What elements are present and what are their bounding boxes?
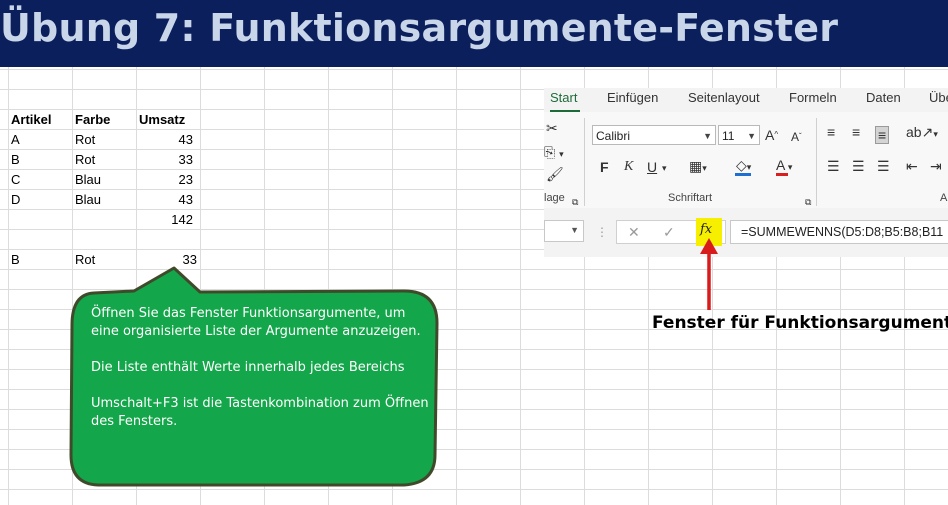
align-bottom-icon[interactable]: ≡ [875,126,890,144]
group-separator [816,118,817,206]
enter-icon[interactable]: ✓ [663,224,675,240]
chevron-down-icon: ▼ [747,131,756,141]
cell-farbe[interactable]: Blau [75,170,101,190]
cell-total[interactable]: 142 [137,210,193,230]
header-artikel[interactable]: Artikel [11,110,51,130]
cell-umsatz[interactable]: 23 [137,170,193,190]
increase-indent-icon[interactable]: ⇥ [930,158,942,174]
chevron-down-icon[interactable]: ▾ [662,160,667,176]
tab-einfuegen[interactable]: Einfügen [607,90,658,105]
fill-color-swatch [735,173,751,176]
cut-icon[interactable]: ✂ [546,120,558,136]
font-size-value: 11 [722,129,735,143]
font-color-label: A [776,157,786,173]
callout-paragraph: Umschalt+F3 ist die Tastenkombination zu… [91,396,429,429]
cell-artikel[interactable]: D [11,190,20,210]
borders-icon[interactable]: ▦▾ [689,158,707,176]
clipboard-group-label: lage [544,192,565,204]
cell-farbe[interactable]: Blau [75,190,101,210]
ribbon-tabs: Start Einfügen Seitenlayout Formeln Date… [544,88,948,113]
cell-query-artikel[interactable]: B [11,250,20,270]
cell-artikel[interactable]: B [11,150,20,170]
align-center-icon[interactable]: ☰ [852,158,865,174]
cell-umsatz[interactable]: 33 [137,150,193,170]
grow-font-icon[interactable]: A^ [765,127,778,143]
cell-farbe[interactable]: Rot [75,150,95,170]
title-bar: Übung 7: Funktionsargumente-Fenster [0,0,948,67]
chevron-down-icon: ▼ [570,225,579,235]
chevron-down-icon: ▼ [703,131,712,141]
font-size-select[interactable]: 11 ▼ [718,125,760,145]
tab-daten[interactable]: Daten [866,90,901,105]
font-name-value: Calibri [596,129,631,143]
callout-paragraph: Öffnen Sie das Fenster Funktionsargument… [91,306,421,339]
align-left-icon[interactable]: ☰ [827,158,840,174]
alignment-group-label: A [940,192,948,204]
cell-artikel[interactable]: C [11,170,20,190]
grow-font-label: A [765,127,775,143]
annotation-label: Fenster für Funktionsargumente [652,313,948,333]
name-box[interactable]: ▼ [544,220,584,242]
font-name-select[interactable]: Calibri ▼ [592,125,716,145]
format-painter-icon[interactable]: 🖌 [546,166,564,182]
annotation-arrow [700,238,718,310]
shrink-font-icon[interactable]: Aˇ [791,129,802,145]
font-color-swatch [776,173,788,176]
cell-artikel[interactable]: A [11,130,20,150]
clipboard-launcher-icon[interactable]: ⧉ [572,194,578,210]
header-umsatz[interactable]: Umsatz [139,110,185,130]
page-title: Übung 7: Funktionsargumente-Fenster [0,6,839,50]
formula-bar: ▼ ⋮ ✕ ✓ fx =SUMMEWENNS(D5:D8;B5:B8;B11 [544,212,948,257]
callout-text: Öffnen Sie das Fenster Funktionsargument… [91,305,431,449]
group-separator [584,118,585,206]
tab-ueberpruefen[interactable]: Übe [929,90,948,105]
align-top-icon[interactable]: ≡ [827,124,835,140]
italic-icon[interactable]: K [624,159,633,175]
font-group-label: Schriftart [668,192,713,204]
tab-seitenlayout[interactable]: Seitenlayout [688,90,760,105]
cancel-icon[interactable]: ✕ [628,224,640,240]
cell-farbe[interactable]: Rot [75,130,95,150]
shrink-font-label: A [791,130,800,144]
tab-start[interactable]: Start [550,90,577,105]
callout-paragraph: Die Liste enthält Werte innerhalb jedes … [91,360,405,375]
font-launcher-icon[interactable]: ⧉ [805,194,811,210]
drag-handle-icon[interactable]: ⋮ [596,224,608,240]
cell-umsatz[interactable]: 43 [137,190,193,210]
copy-icon[interactable]: ⎘ ▾ [544,144,564,162]
bold-icon[interactable]: F [600,159,609,175]
align-middle-icon[interactable]: ≡ [852,124,860,140]
formula-input[interactable]: =SUMMEWENNS(D5:D8;B5:B8;B11 [730,220,948,244]
decrease-indent-icon[interactable]: ⇤ [906,158,918,174]
align-right-icon[interactable]: ☰ [877,158,890,174]
underline-icon[interactable]: U [647,159,657,175]
tab-formeln[interactable]: Formeln [789,90,837,105]
header-farbe[interactable]: Farbe [75,110,110,130]
orientation-icon[interactable]: ab↗▾ [906,124,938,142]
cell-umsatz[interactable]: 43 [137,130,193,150]
